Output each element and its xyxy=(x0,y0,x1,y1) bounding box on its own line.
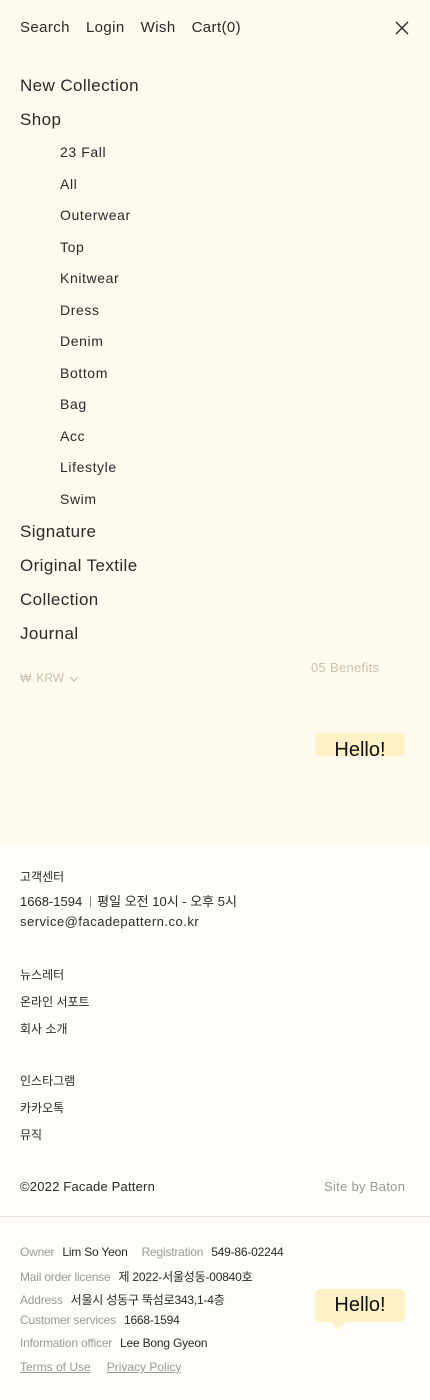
mail-order-label: Mail order license xyxy=(20,1270,111,1284)
shop-item-dress[interactable]: Dress xyxy=(60,302,100,318)
menu-signature[interactable]: Signature xyxy=(20,522,96,542)
benefits-link[interactable]: 05 Benefits xyxy=(311,660,379,675)
registration-value: 549-86-02244 xyxy=(211,1245,284,1259)
cs-email[interactable]: service@facadepattern.co.kr xyxy=(20,914,199,929)
cs-hours: 평일 오전 10시 - 오후 5시 xyxy=(97,894,237,909)
search-link[interactable]: Search xyxy=(20,19,70,36)
menu-shop[interactable]: Shop xyxy=(20,110,61,130)
customer-services-label: Customer services xyxy=(20,1313,116,1327)
legal-links: Terms of Use Privacy Policy xyxy=(20,1360,181,1374)
address-label: Address xyxy=(20,1293,63,1307)
info-officer-label: Information officer xyxy=(20,1336,113,1350)
cs-contact: 1668-1594 평일 오전 10시 - 오후 5시 xyxy=(20,891,237,910)
address-row: Address 서울시 성동구 뚝섬로343,1-4층 xyxy=(20,1291,225,1308)
menu-original-textile[interactable]: Original Textile xyxy=(20,556,138,576)
top-nav: Search Login Wish Cart(0) xyxy=(20,19,241,36)
shop-item-bottom[interactable]: Bottom xyxy=(60,365,108,381)
customer-services-row: Customer services 1668-1594 xyxy=(20,1313,180,1327)
shop-item-denim[interactable]: Denim xyxy=(60,333,103,349)
hello-chat-bubble-top[interactable]: Hello! xyxy=(315,733,405,756)
site-by-link[interactable]: Site by Baton xyxy=(324,1179,405,1194)
footer-link-kakaotalk[interactable]: 카카오톡 xyxy=(20,1099,64,1116)
shop-item-acc[interactable]: Acc xyxy=(60,428,85,444)
footer-link-newsletter[interactable]: 뉴스레터 xyxy=(20,966,64,983)
wish-link[interactable]: Wish xyxy=(141,19,176,36)
hello-label: Hello! xyxy=(334,739,386,756)
currency-code: KRW xyxy=(36,671,65,685)
shop-item-23-fall[interactable]: 23 Fall xyxy=(60,144,106,160)
menu-new-collection[interactable]: New Collection xyxy=(20,76,139,96)
menu-journal[interactable]: Journal xyxy=(20,624,79,644)
privacy-policy-link[interactable]: Privacy Policy xyxy=(107,1360,182,1374)
registration-label: Registration xyxy=(141,1245,204,1259)
login-link[interactable]: Login xyxy=(86,19,125,36)
chevron-down-icon xyxy=(69,671,79,685)
cs-title: 고객센터 xyxy=(20,870,65,884)
mail-order-value: 제 2022-서울성동-00840호 xyxy=(118,1270,253,1284)
owner-row: Owner Lim So Yeon Registration 549-86-02244 xyxy=(20,1245,284,1259)
terms-of-use-link[interactable]: Terms of Use xyxy=(20,1360,91,1374)
menu-collection[interactable]: Collection xyxy=(20,590,99,610)
close-icon[interactable] xyxy=(394,20,410,36)
owner-value: Lim So Yeon xyxy=(62,1245,128,1259)
currency-select[interactable]: ₩ KRW xyxy=(20,671,79,685)
customer-services-value: 1668-1594 xyxy=(123,1313,180,1327)
cs-phone[interactable]: 1668-1594 xyxy=(20,894,82,909)
currency-symbol: ₩ xyxy=(20,671,32,685)
info-officer-row: Information officer Lee Bong Gyeon xyxy=(20,1336,208,1350)
hello-label: Hello! xyxy=(334,1294,386,1316)
copyright: ©2022 Facade Pattern xyxy=(20,1179,155,1194)
mail-order-row: Mail order license 제 2022-서울성동-00840호 xyxy=(20,1268,253,1285)
shop-item-bag[interactable]: Bag xyxy=(60,396,87,412)
cart-link[interactable]: Cart(0) xyxy=(192,19,241,36)
footer-link-online-support[interactable]: 온라인 서포트 xyxy=(20,993,90,1010)
shop-item-top[interactable]: Top xyxy=(60,239,84,255)
info-officer-value: Lee Bong Gyeon xyxy=(120,1336,208,1350)
footer-link-music[interactable]: 뮤직 xyxy=(20,1126,42,1143)
divider-bar xyxy=(90,896,92,907)
owner-label: Owner xyxy=(20,1245,55,1259)
hello-chat-bubble[interactable]: Hello! xyxy=(315,1289,405,1330)
shop-item-swim[interactable]: Swim xyxy=(60,491,97,507)
shop-item-outerwear[interactable]: Outerwear xyxy=(60,207,131,223)
menu-overlay: Search Login Wish Cart(0) New Collection… xyxy=(0,0,430,845)
footer-link-instagram[interactable]: 인스타그램 xyxy=(20,1072,75,1089)
shop-item-all[interactable]: All xyxy=(60,176,77,192)
footer-divider xyxy=(0,1216,430,1217)
shop-item-lifestyle[interactable]: Lifestyle xyxy=(60,459,117,475)
address-value: 서울시 성동구 뚝섬로343,1-4층 xyxy=(70,1293,225,1307)
shop-item-knitwear[interactable]: Knitwear xyxy=(60,270,119,286)
footer-link-about[interactable]: 회사 소개 xyxy=(20,1020,68,1037)
